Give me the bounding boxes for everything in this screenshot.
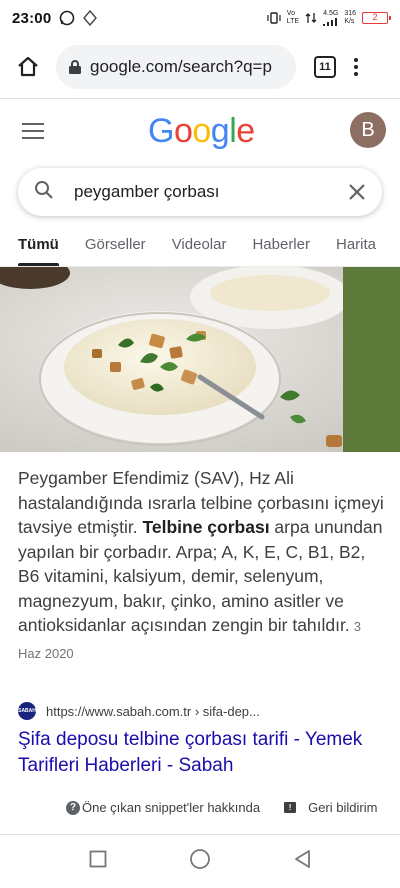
clear-search-icon[interactable] (348, 183, 366, 201)
snippet-bold: Telbine çorbası (142, 517, 270, 537)
google-logo[interactable]: Google (148, 112, 255, 151)
tab-images[interactable]: Görseller (85, 226, 146, 266)
result-image[interactable] (0, 267, 400, 452)
sabah-favicon: SABAH (18, 702, 36, 720)
data-transfer-icon (305, 12, 317, 24)
network-speed-unit: K/s (344, 18, 355, 25)
google-header: Google B (0, 106, 400, 158)
tab-videos[interactable]: Videolar (172, 226, 227, 266)
feedback-link[interactable]: ! Geri bildirim (284, 800, 377, 815)
status-bar: 23:00 Vo LTE 4.5G 316 K/s 2 (0, 0, 400, 36)
toolbar-divider (0, 98, 400, 99)
hamburger-line (22, 123, 44, 125)
feedback-icon: ! (284, 802, 297, 813)
volte-label-top: Vo (286, 10, 295, 17)
home-circle-icon (190, 849, 210, 869)
system-navigation-bar (0, 835, 400, 888)
hamburger-menu-button[interactable] (22, 123, 44, 139)
menu-dot (354, 65, 358, 69)
search-query[interactable]: peygamber çorbası (74, 182, 220, 202)
recents-button[interactable] (89, 850, 107, 873)
result-title-link[interactable]: Şifa deposu telbine çorbası tarifi - Yem… (18, 727, 384, 779)
feedback-label: Geri bildirim (308, 800, 378, 815)
signal-label: 4.5G (323, 10, 339, 17)
snippet-feedback-row: ? Öne çıkan snippet'ler hakkında ! Geri … (66, 800, 377, 815)
status-time: 23:00 (12, 9, 52, 27)
logo-letter: o (173, 112, 193, 150)
home-button[interactable] (10, 49, 46, 85)
volte-label-bottom: LTE (286, 18, 300, 25)
about-snippets-label: Öne çıkan snippet'ler hakkında (82, 800, 261, 815)
location-arrow-icon (83, 10, 98, 26)
menu-dot (354, 72, 358, 76)
tab-news[interactable]: Haberler (252, 226, 310, 266)
signal-bars-icon (323, 18, 338, 26)
whatsapp-icon (59, 10, 75, 26)
lock-icon (68, 59, 82, 75)
vibrate-icon (267, 12, 281, 24)
address-bar[interactable]: google.com/search?q=p (56, 45, 296, 89)
browser-toolbar: google.com/search?q=p 11 (0, 36, 400, 98)
tab-maps[interactable]: Harita (336, 226, 376, 266)
recents-icon (89, 850, 107, 868)
home-icon (18, 56, 38, 77)
search-icon (34, 180, 54, 205)
about-snippets-link[interactable]: ? Öne çıkan snippet'ler hakkında (66, 800, 260, 815)
result-source[interactable]: SABAH https://www.sabah.com.tr › sifa-de… (18, 702, 260, 720)
network-speed-value: 316 (344, 10, 356, 17)
help-icon: ? (66, 800, 80, 815)
tab-switcher-button[interactable]: 11 (314, 56, 336, 78)
signal-indicator: 4.5G (323, 10, 338, 26)
logo-letter: g (210, 112, 230, 150)
logo-letter: o (192, 112, 211, 150)
back-triangle-icon (295, 850, 310, 868)
hamburger-line (22, 130, 44, 132)
network-speed: 316 K/s (344, 10, 356, 26)
logo-letter: e (236, 112, 255, 150)
hamburger-line (22, 137, 44, 139)
home-nav-button[interactable] (189, 848, 211, 875)
search-tabs: Tümü Görseller Videolar Haberler Harita (0, 226, 400, 266)
menu-dot (354, 58, 358, 62)
tab-all[interactable]: Tümü (18, 226, 59, 266)
account-avatar[interactable]: B (350, 112, 386, 148)
volte-indicator: Vo LTE (287, 10, 299, 26)
battery-icon: 2 (362, 12, 391, 24)
overflow-menu-button[interactable] (354, 58, 358, 76)
back-button[interactable] (293, 849, 311, 874)
featured-snippet: Peygamber Efendimiz (SAV), Hz Ali hastal… (18, 466, 384, 666)
search-box[interactable]: peygamber çorbası (18, 168, 382, 216)
address-url: google.com/search?q=p (90, 57, 272, 76)
result-url: https://www.sabah.com.tr › sifa-dep... (46, 703, 260, 719)
logo-letter: G (148, 112, 174, 150)
